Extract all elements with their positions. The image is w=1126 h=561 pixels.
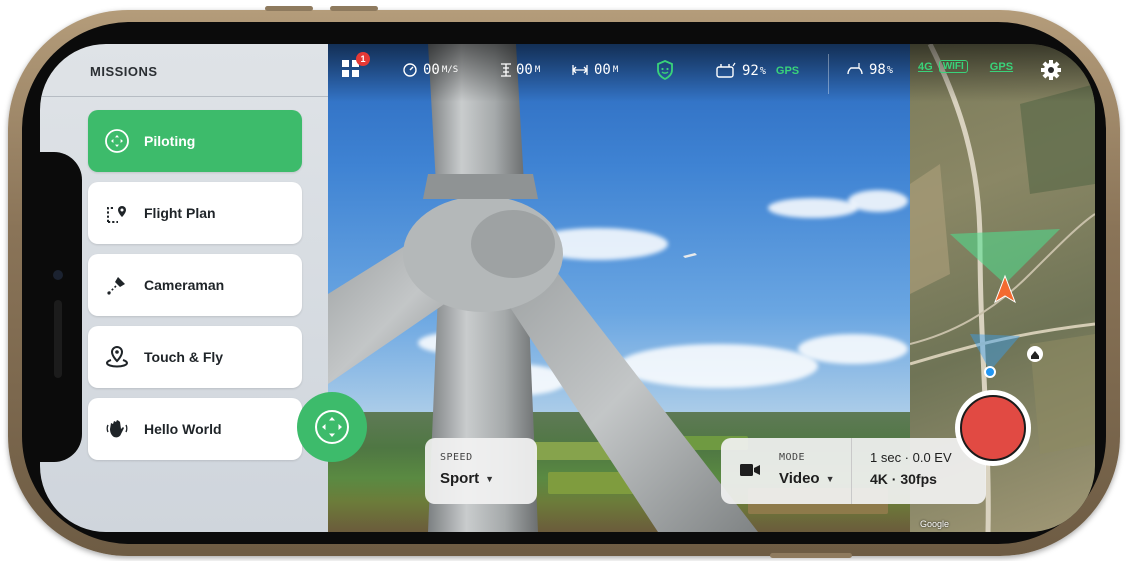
mission-label: Hello World xyxy=(144,421,222,437)
joystick-icon xyxy=(315,410,349,444)
speed-value: Sport xyxy=(440,470,480,487)
touch-fly-icon xyxy=(104,344,130,370)
record-indicator xyxy=(960,395,1026,461)
mission-label: Piloting xyxy=(144,133,196,149)
mission-touch-fly[interactable]: Touch & Fly xyxy=(88,326,302,388)
speedometer-icon xyxy=(403,63,417,77)
speed-label: SPEED xyxy=(440,452,473,463)
mission-label: Cameraman xyxy=(144,277,225,293)
resolution-value: 4K · 30fps xyxy=(870,471,937,487)
wifi-label: WIFI xyxy=(938,60,968,73)
mission-flight-plan[interactable]: Flight Plan xyxy=(88,182,302,244)
gear-icon xyxy=(1041,60,1061,80)
altitude-icon xyxy=(501,63,511,77)
hello-world-icon xyxy=(104,416,130,442)
network-4g-label: 4G xyxy=(918,60,933,73)
mission-label: Touch & Fly xyxy=(144,349,224,365)
speed-unit: M/S xyxy=(441,65,459,75)
panel-divider xyxy=(40,96,328,97)
map-attribution: Google xyxy=(920,519,950,529)
mission-label: Flight Plan xyxy=(144,205,216,221)
panel-title: MISSIONS xyxy=(90,64,158,79)
drone-battery-unit: % xyxy=(759,65,766,77)
network-status: 4G WIFI GPS xyxy=(918,60,1013,73)
distance-unit: M xyxy=(612,65,619,75)
video-camera-icon xyxy=(740,464,760,476)
mission-cameraman[interactable]: Cameraman xyxy=(88,254,302,316)
altitude-unit: M xyxy=(534,65,541,75)
exposure-value: 1 sec · 0.0 EV xyxy=(870,450,952,465)
drone-battery-icon xyxy=(716,62,736,78)
controller-battery-unit: % xyxy=(886,64,893,76)
drone-gps-label: GPS xyxy=(775,65,800,77)
drone-battery-value: 92 xyxy=(742,63,759,79)
cameraman-icon xyxy=(104,272,130,298)
side-button-top-2 xyxy=(330,6,378,11)
controller-icon xyxy=(847,63,863,75)
missions-panel: MISSIONS Piloting Flight Plan Cameraman xyxy=(40,44,328,532)
chevron-down-icon: ▼ xyxy=(825,473,835,484)
notification-badge: 1 xyxy=(356,52,370,66)
phone-gps-label: GPS xyxy=(989,60,1014,73)
chevron-down-icon: ▼ xyxy=(485,473,495,484)
piloting-icon xyxy=(104,128,130,154)
mode-selector[interactable]: MODE Video ▼ xyxy=(721,438,849,504)
mode-dropdown[interactable]: Video ▼ xyxy=(779,470,835,487)
telemetry-bar: 1 00 M/S 00 M 00 M 92 % GPS 98 % 4G WIFI… xyxy=(328,44,1095,102)
speed-readout: 00 M/S xyxy=(403,62,458,78)
mission-hello-world[interactable]: Hello World xyxy=(88,398,302,460)
speed-value: 00 xyxy=(423,62,440,78)
earpiece-speaker xyxy=(54,300,62,378)
altitude-value: 00 xyxy=(516,62,533,78)
distance-value: 00 xyxy=(594,62,611,78)
topbar-separator xyxy=(828,54,829,94)
speed-dropdown[interactable]: Sport ▼ xyxy=(440,470,494,487)
piloting-joystick-button[interactable] xyxy=(297,392,367,462)
notch xyxy=(40,152,82,462)
controller-battery-value: 98 xyxy=(869,62,886,78)
front-camera xyxy=(53,270,63,280)
side-button-top xyxy=(265,6,313,11)
mode-label: MODE xyxy=(779,452,806,463)
geofence-button[interactable] xyxy=(656,60,674,80)
power-button xyxy=(770,553,852,558)
settings-button[interactable] xyxy=(1040,59,1062,81)
controller-battery: 98 % xyxy=(846,62,893,78)
record-button[interactable] xyxy=(955,390,1031,466)
mission-piloting[interactable]: Piloting xyxy=(88,110,302,172)
flight-plan-icon xyxy=(104,200,130,226)
drone-battery: 92 % GPS xyxy=(716,62,799,80)
mode-value: Video xyxy=(779,470,820,487)
distance-readout: 00 M xyxy=(572,62,618,78)
distance-icon xyxy=(572,65,588,75)
shield-icon xyxy=(657,60,673,80)
altitude-readout: 00 M xyxy=(500,62,540,78)
speed-selector[interactable]: SPEED Sport ▼ xyxy=(425,438,537,504)
camera-settings-card: MODE Video ▼ 1 sec · 0.0 EV 4K · 30fps xyxy=(721,438,986,504)
